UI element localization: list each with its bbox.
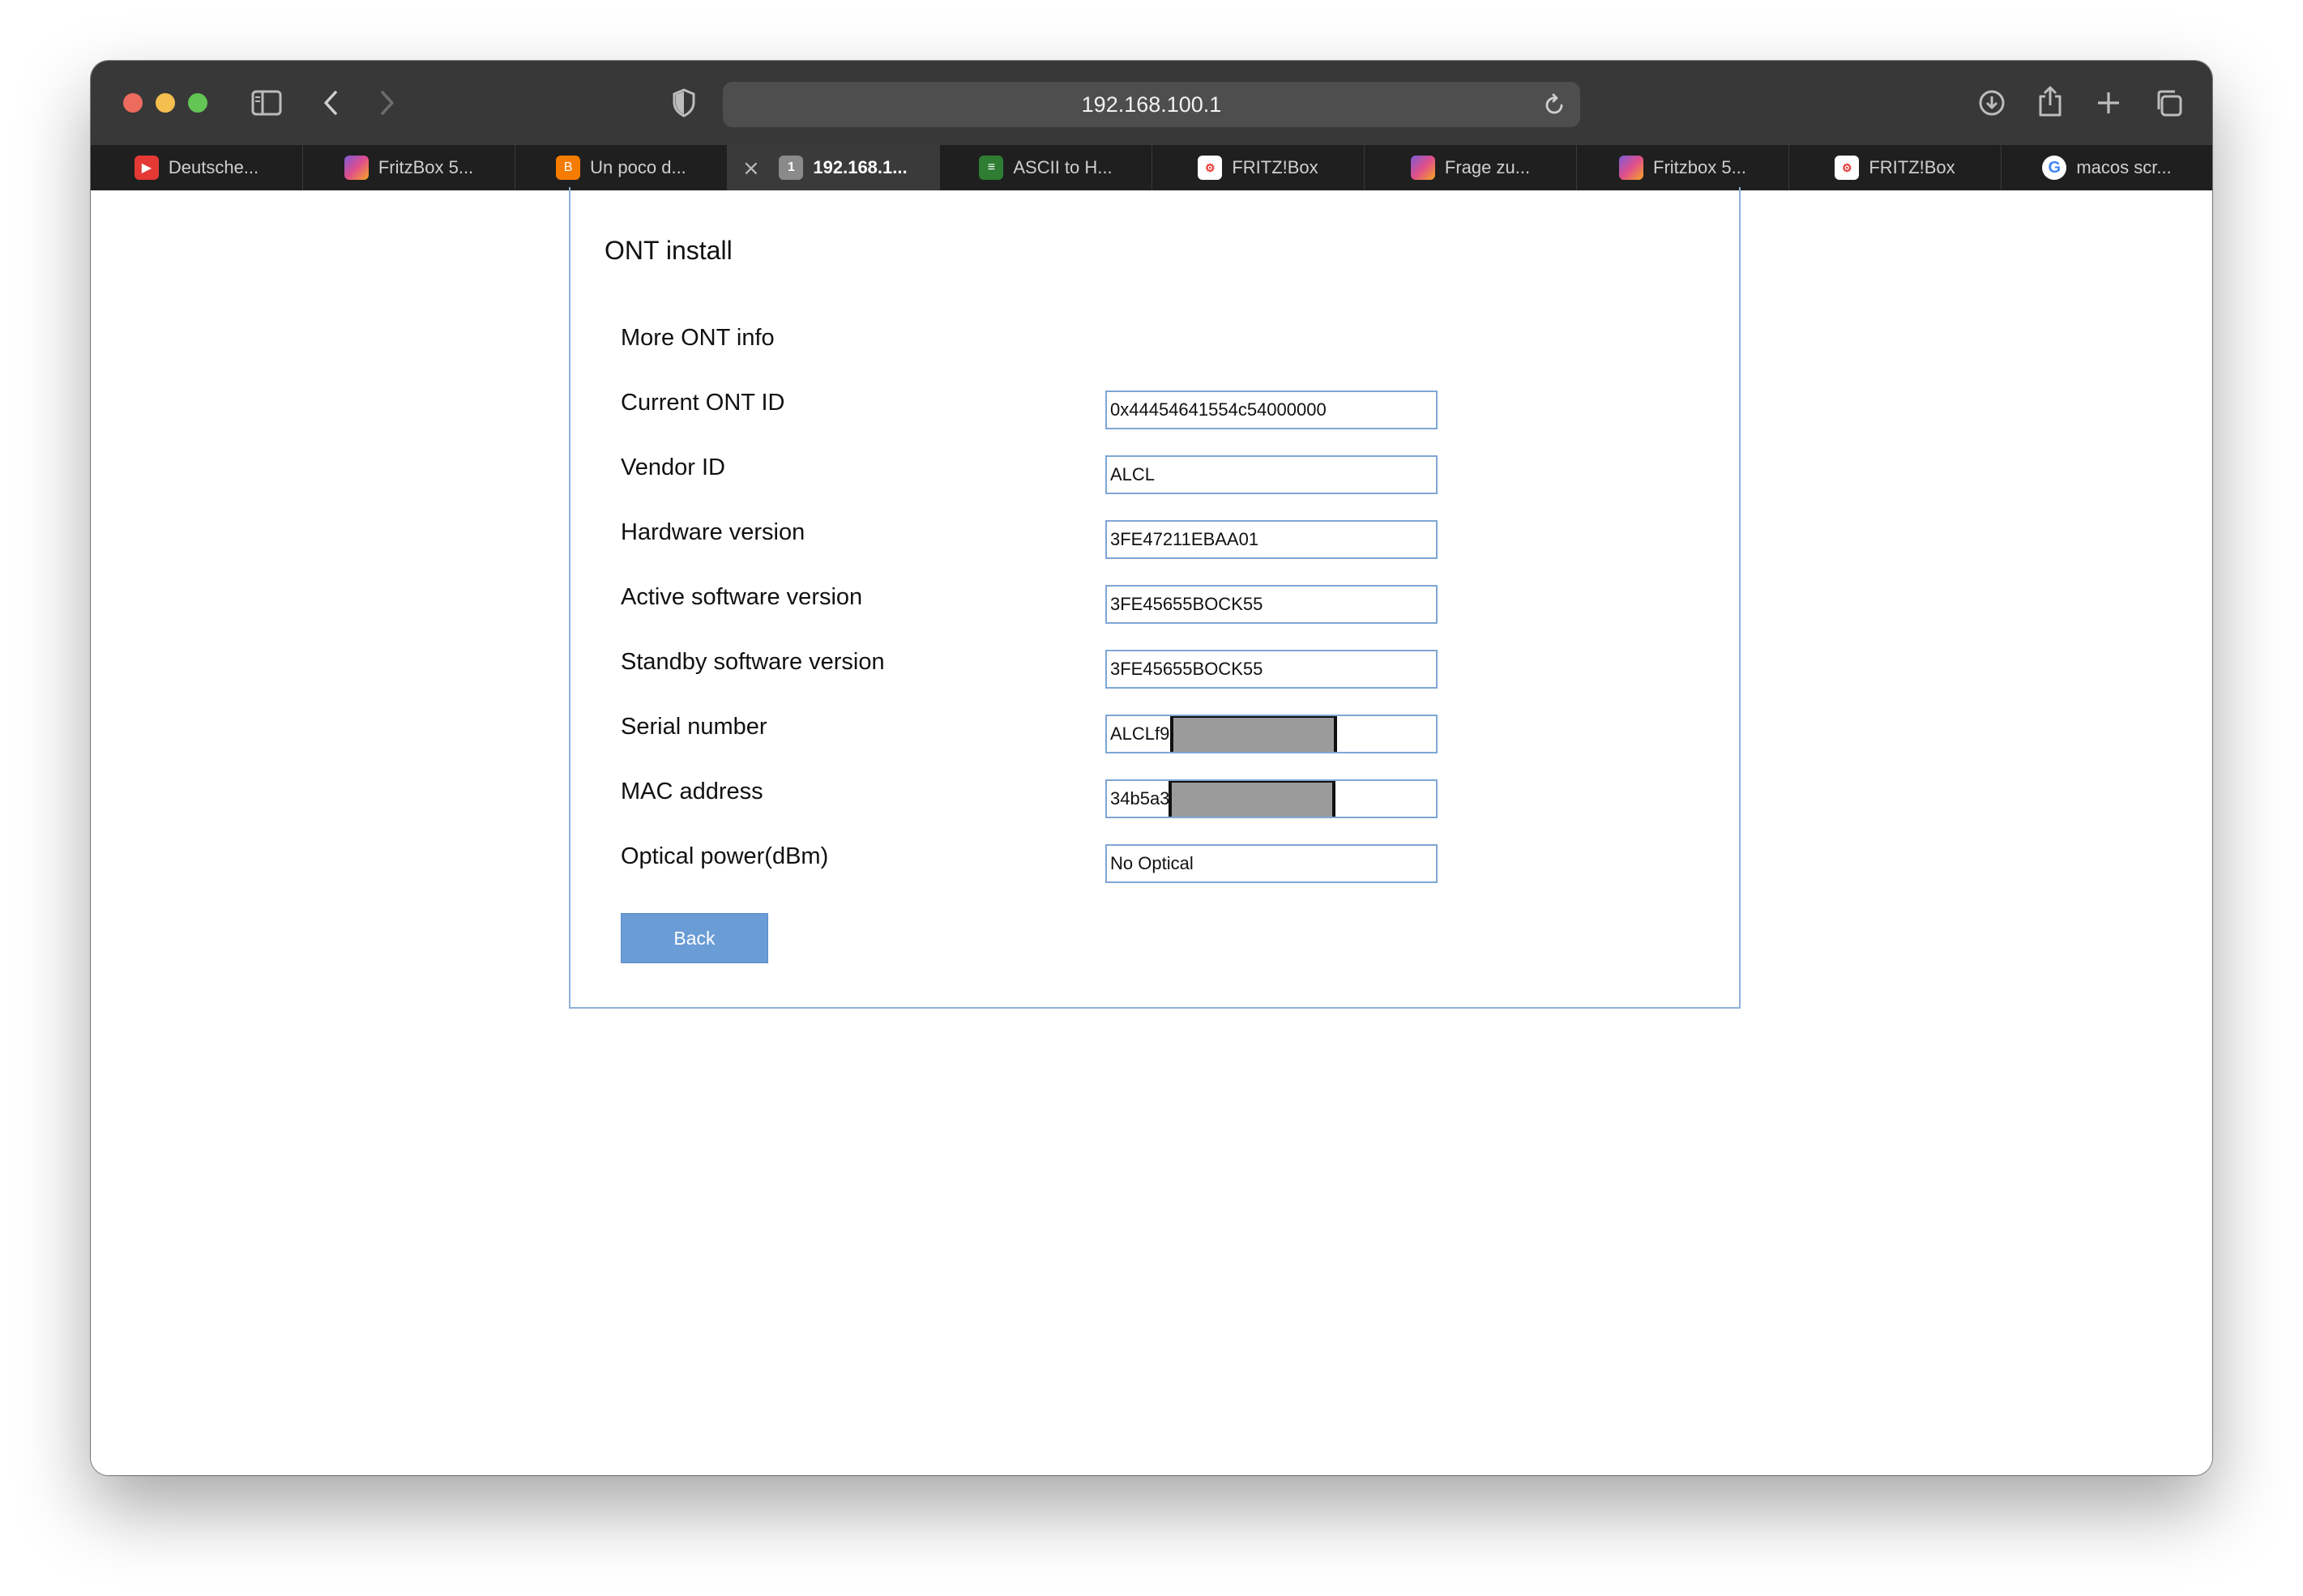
active-software-version-field[interactable]: 3FE45655BOCK55 [1105, 585, 1438, 624]
tab-ascii[interactable]: ≡ ASCII to H... [940, 145, 1152, 190]
ont-panel: ONT install More ONT info Current ONT ID… [569, 187, 1741, 1009]
address-text: 192.168.100.1 [1081, 92, 1222, 117]
browser-toolbar: 192.168.100.1 [91, 61, 2212, 145]
forward-nav-icon[interactable] [373, 87, 402, 119]
tab-fritzbox-forum-2[interactable]: Fritzbox 5... [1577, 145, 1789, 190]
google-icon: G [2042, 156, 2067, 180]
minimize-window-button[interactable] [156, 93, 175, 113]
tab-label: FritzBox 5... [378, 157, 474, 177]
site-icon [344, 156, 369, 180]
tab-label: FRITZ!Box [1232, 157, 1318, 177]
back-button[interactable]: Back [621, 913, 768, 963]
vendor-id-field[interactable]: ALCL [1105, 455, 1438, 494]
field-value: 34b5a3 [1110, 788, 1170, 809]
fritzbox-icon: ⚙ [1835, 156, 1860, 180]
vendor-id-label: Vendor ID [621, 454, 725, 480]
page-content: ONT install More ONT info Current ONT ID… [91, 187, 2212, 1475]
field-value: 3FE47211EBAA01 [1110, 529, 1259, 549]
standby-software-version-label: Standby software version [621, 649, 885, 675]
tab-fritzbox-1[interactable]: ⚙ FRITZ!Box [1152, 145, 1365, 190]
current-ont-id-field[interactable]: 0x44454641554c54000000 [1105, 390, 1438, 429]
tab-frage[interactable]: Frage zu... [1365, 145, 1577, 190]
tab-bar: ▶ Deutsche... FritzBox 5... B Un poco d.… [91, 145, 2212, 190]
share-icon[interactable] [2034, 82, 2066, 121]
zoom-window-button[interactable] [188, 93, 207, 113]
current-ont-id-label: Current ONT ID [621, 390, 785, 416]
field-value: 3FE45655BOCK55 [1110, 594, 1263, 614]
tab-label: Frage zu... [1444, 157, 1531, 177]
fritzbox-icon: ⚙ [1198, 156, 1223, 180]
redaction-box [1169, 781, 1335, 817]
field-value: 3FE45655BOCK55 [1110, 659, 1263, 679]
site-icon: ≡ [979, 156, 1004, 180]
tab-fritzbox-forum[interactable]: FritzBox 5... [303, 145, 515, 190]
site-icon [1410, 156, 1435, 180]
site-icon [1619, 156, 1644, 180]
privacy-shield-icon[interactable] [668, 85, 700, 121]
hardware-version-label: Hardware version [621, 519, 805, 545]
mac-address-label: MAC address [621, 779, 763, 804]
optical-power-label: Optical power(dBm) [621, 843, 829, 869]
tab-label: ASCII to H... [1013, 157, 1113, 177]
field-value: No Optical [1110, 853, 1194, 873]
browser-window: 192.168.100.1 ▶ Deutsche... FritzBox 5..… [91, 61, 2212, 1475]
standby-software-version-field[interactable]: 3FE45655BOCK55 [1105, 650, 1438, 689]
mac-address-field[interactable]: 34b5a3 [1105, 779, 1438, 818]
back-nav-icon[interactable] [316, 87, 345, 119]
field-value: ALCLf9 [1110, 723, 1170, 744]
optical-power-field[interactable]: No Optical [1105, 844, 1438, 883]
serial-number-field[interactable]: ALCLf9 [1105, 715, 1438, 753]
new-tab-icon[interactable] [2092, 85, 2125, 121]
blogger-icon: B [556, 156, 581, 180]
sidebar-toggle-icon[interactable] [250, 87, 284, 119]
tab-label: FRITZ!Box [1869, 157, 1955, 177]
youtube-icon: ▶ [134, 156, 159, 180]
hardware-version-field[interactable]: 3FE47211EBAA01 [1105, 520, 1438, 559]
field-value: 0x44454641554c54000000 [1110, 399, 1327, 420]
downloads-icon[interactable] [1976, 85, 2008, 121]
tab-label: 192.168.1... [813, 157, 908, 177]
close-tab-icon[interactable]: × [742, 156, 760, 181]
redaction-box [1170, 716, 1337, 752]
number-one-icon: 1 [779, 156, 804, 180]
address-bar[interactable]: 192.168.100.1 [723, 82, 1580, 127]
tab-label: Fritzbox 5... [1653, 157, 1746, 177]
field-value: ALCL [1110, 464, 1156, 484]
tab-un-poco[interactable]: B Un poco d... [515, 145, 728, 190]
tab-label: macos scr... [2076, 157, 2172, 177]
tab-label: Un poco d... [590, 157, 686, 177]
page-title: ONT install [605, 236, 733, 265]
tab-label: Deutsche... [168, 157, 259, 177]
tab-google[interactable]: G macos scr... [2002, 145, 2212, 190]
close-window-button[interactable] [123, 93, 143, 113]
serial-number-label: Serial number [621, 714, 767, 740]
section-heading: More ONT info [621, 325, 775, 351]
reload-icon[interactable] [1541, 90, 1569, 119]
tab-overview-icon[interactable] [2151, 85, 2186, 121]
tab-fritzbox-2[interactable]: ⚙ FRITZ!Box [1789, 145, 2002, 190]
tab-router[interactable]: × 1 192.168.1... [728, 145, 940, 190]
active-software-version-label: Active software version [621, 584, 863, 610]
tab-deutsche[interactable]: ▶ Deutsche... [91, 145, 303, 190]
